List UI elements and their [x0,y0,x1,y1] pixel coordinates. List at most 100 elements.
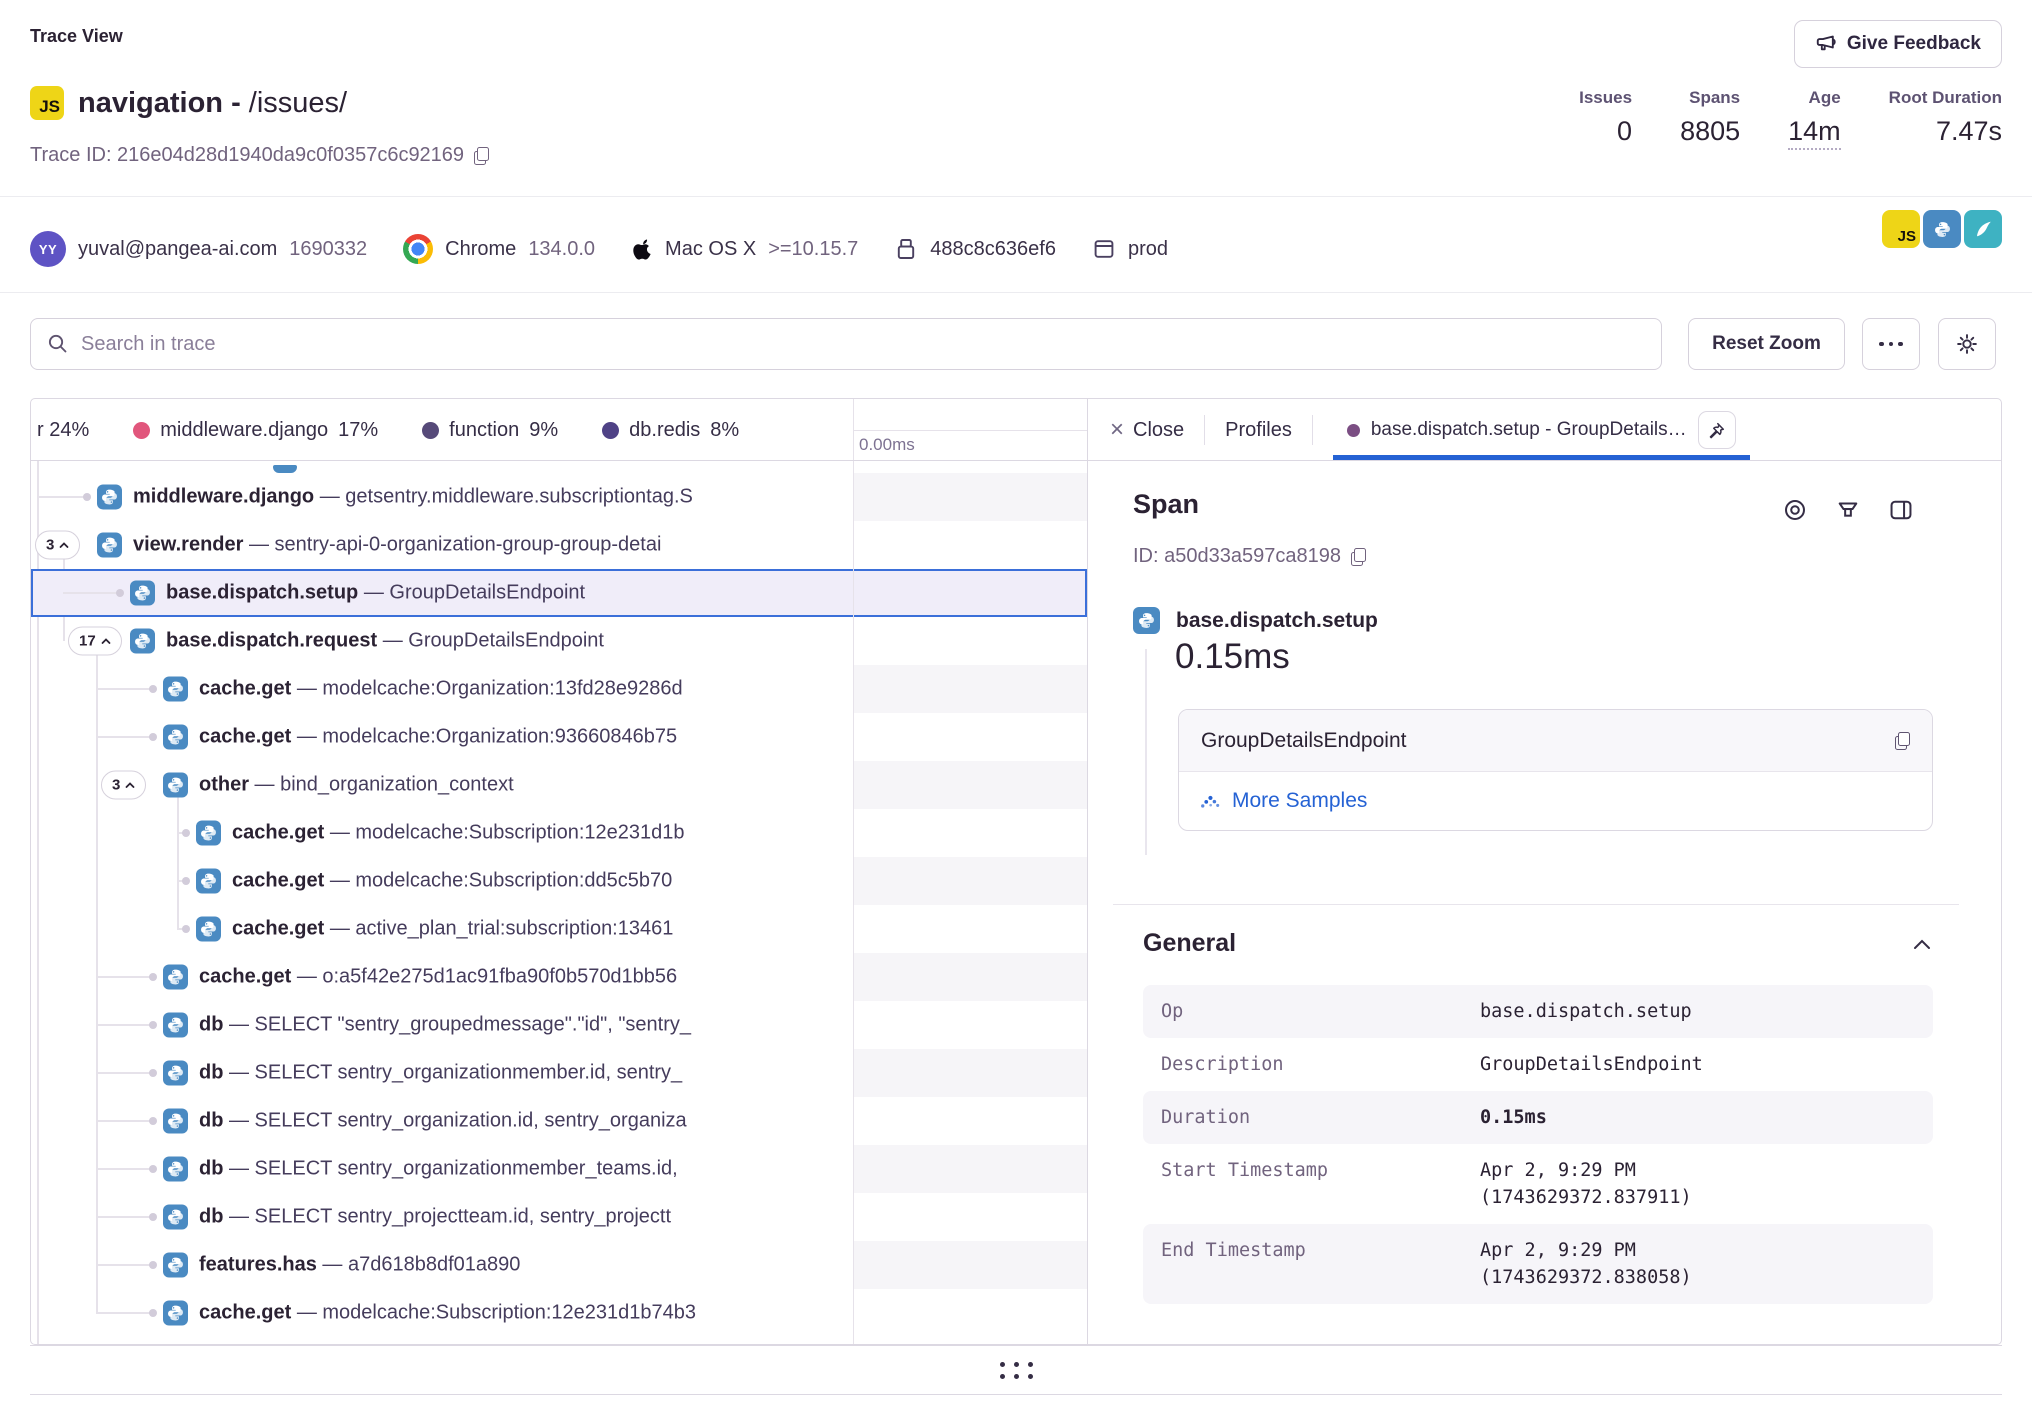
tree-row-duration-cell[interactable] [853,1049,1087,1097]
tree-row-duration-cell[interactable] [853,905,1087,953]
expand-collapse-pill[interactable]: 17 [68,627,122,656]
divider [1204,415,1205,445]
span-op-label: cache.get [199,966,291,988]
trace-tree-row[interactable]: cache.get — o:a5f42e275d1ac91fba90f0b570… [31,953,1087,1001]
trace-tree-row[interactable]: base.dispatch.setup — GroupDetailsEndpoi… [31,569,1087,617]
python-logo-glyph [167,681,184,698]
trace-tree-row[interactable]: cache.get — modelcache:Subscription:12e2… [31,1289,1087,1337]
span-op-label: db [199,1110,223,1132]
environment-chip[interactable]: prod [1092,237,1168,261]
settings-button[interactable] [1938,318,1996,370]
tree-row-duration-cell[interactable] [853,569,1087,617]
kv-row: End Timestamp Apr 2, 9:29 PM(1743629372.… [1143,1224,1933,1304]
tree-connector-line [96,1264,153,1266]
drag-handle[interactable] [1000,1362,1033,1379]
trace-tree-row[interactable]: db — SELECT sentry_organizationmember.id… [31,1049,1087,1097]
tree-row-duration-cell[interactable] [853,857,1087,905]
span-op-label: features.has [199,1254,317,1276]
divider [1312,415,1313,445]
stat-label: Issues [1579,88,1632,108]
trace-tree-row[interactable]: db — SELECT sentry_organization.id, sent… [31,1097,1087,1145]
span-description: — SELECT sentry_projectteam.id, sentry_p… [223,1206,671,1228]
trace-tree-row[interactable]: features.has — a7d618b8df01a890 [31,1241,1087,1289]
tree-row-name-cell: db — SELECT "sentry_groupedmessage"."id"… [31,1001,853,1049]
more-samples-link[interactable]: More Samples [1232,789,1367,813]
give-feedback-button[interactable]: Give Feedback [1794,20,2002,68]
more-samples-row[interactable]: More Samples [1179,772,1932,830]
trace-tree-row[interactable]: cache.get — active_plan_trial:subscripti… [31,905,1087,953]
tree-row-duration-cell[interactable] [853,1145,1087,1193]
tree-connector-dot [182,877,190,885]
tree-connector-dot [83,493,91,501]
python-icon [97,533,122,558]
trace-tree-row[interactable]: 3 other — bind_organization_context [31,761,1087,809]
user-email: yuval@pangea-ai.com [78,238,277,261]
legend-item: db.redis8% [602,419,739,442]
expand-collapse-pill[interactable]: 3 [101,771,146,800]
trace-tree-row[interactable]: middleware.django — getsentry.middleware… [31,473,1087,521]
reset-zoom-button[interactable]: Reset Zoom [1688,318,1845,370]
span-section-title: Span [1133,489,1199,520]
trace-tree-row[interactable]: db — SELECT sentry_projectteam.id, sentr… [31,1193,1087,1241]
trace-tree-row[interactable]: db — SELECT "sentry_groupedmessage"."id"… [31,1001,1087,1049]
trace-tree-row[interactable]: 17 base.dispatch.request — GroupDetailsE… [31,617,1087,665]
tree-row-duration-cell[interactable] [853,809,1087,857]
tree-connector-dot [149,1117,157,1125]
tree-row-duration-cell[interactable] [853,953,1087,1001]
collapse-chevron-icon[interactable] [1913,939,1931,950]
python-logo-glyph [134,633,151,650]
close-panel-button[interactable]: × Close [1110,418,1184,442]
tree-row-duration-cell[interactable] [853,617,1087,665]
apple-icon [631,237,653,261]
zoom-to-span-icon[interactable] [1835,497,1861,523]
tree-row-duration-cell[interactable] [853,665,1087,713]
more-options-button[interactable] [1862,318,1920,370]
python-icon [196,821,221,846]
tab-span-details[interactable]: base.dispatch.setup - GroupDetails… [1333,399,1750,461]
tree-row-duration-cell[interactable] [853,1193,1087,1241]
panel-divider[interactable] [1087,399,1088,1344]
tree-row-duration-cell[interactable] [853,761,1087,809]
stat-value: 14m [1788,116,1841,150]
trace-tree-row[interactable]: 3 view.render — sentry-api-0-organizatio… [31,521,1087,569]
trace-view-app: Trace View Give Feedback JS navigation -… [0,0,2032,1404]
tab-profiles[interactable]: Profiles [1225,419,1292,442]
close-label: Close [1133,419,1184,442]
user-chip[interactable]: YY yuval@pangea-ai.com 1690332 [30,231,367,267]
tree-row-duration-cell[interactable] [853,473,1087,521]
tree-row-duration-cell[interactable] [853,1241,1087,1289]
span-op-name: base.dispatch.setup [1176,609,1378,633]
tree-row-duration-cell[interactable] [853,521,1087,569]
span-duration: 0.15ms [1175,637,1290,677]
pin-tab-button[interactable] [1698,411,1736,449]
span-op-label: db [199,1158,223,1180]
tree-row-duration-cell[interactable] [853,713,1087,761]
trace-tree-row[interactable]: cache.get — modelcache:Organization:13fd… [31,665,1087,713]
browser-chip[interactable]: Chrome 134.0.0 [403,234,595,264]
page-title: Trace View [30,26,123,47]
tree-row-duration-cell[interactable] [853,1289,1087,1337]
os-chip[interactable]: Mac OS X >=10.15.7 [631,237,858,261]
device-chip[interactable]: 488c8c636ef6 [894,237,1056,261]
tree-row-duration-cell[interactable] [853,1097,1087,1145]
trace-tree-row[interactable]: cache.get — modelcache:Subscription:12e2… [31,809,1087,857]
span-op-label: cache.get [232,918,324,940]
python-logo-glyph [200,921,217,938]
trace-tree-row[interactable]: cache.get — modelcache:Organization:9366… [31,713,1087,761]
expand-collapse-pill[interactable]: 3 [35,531,80,560]
search-input[interactable] [81,333,1645,356]
copy-icon[interactable] [474,147,489,165]
tree-connector-dot [149,1213,157,1221]
tree-row-name-cell: db — SELECT sentry_organizationmember.id… [31,1049,853,1097]
copy-icon[interactable] [1351,548,1366,566]
span-description: — modelcache:Subscription:12e231d1b74b3 [291,1302,696,1324]
pin-icon [1708,422,1725,439]
copy-icon[interactable] [1895,732,1910,750]
panel-layout-icon[interactable] [1888,497,1914,523]
span-sample-card: GroupDetailsEndpoint More Samples [1178,709,1933,831]
trace-tree-row[interactable]: cache.get — modelcache:Subscription:dd5c… [31,857,1087,905]
focus-target-icon[interactable] [1782,497,1808,523]
tree-row-duration-cell[interactable] [853,1001,1087,1049]
trace-tree-row[interactable]: db — SELECT sentry_organizationmember_te… [31,1145,1087,1193]
duration-column-divider[interactable] [853,399,854,1344]
